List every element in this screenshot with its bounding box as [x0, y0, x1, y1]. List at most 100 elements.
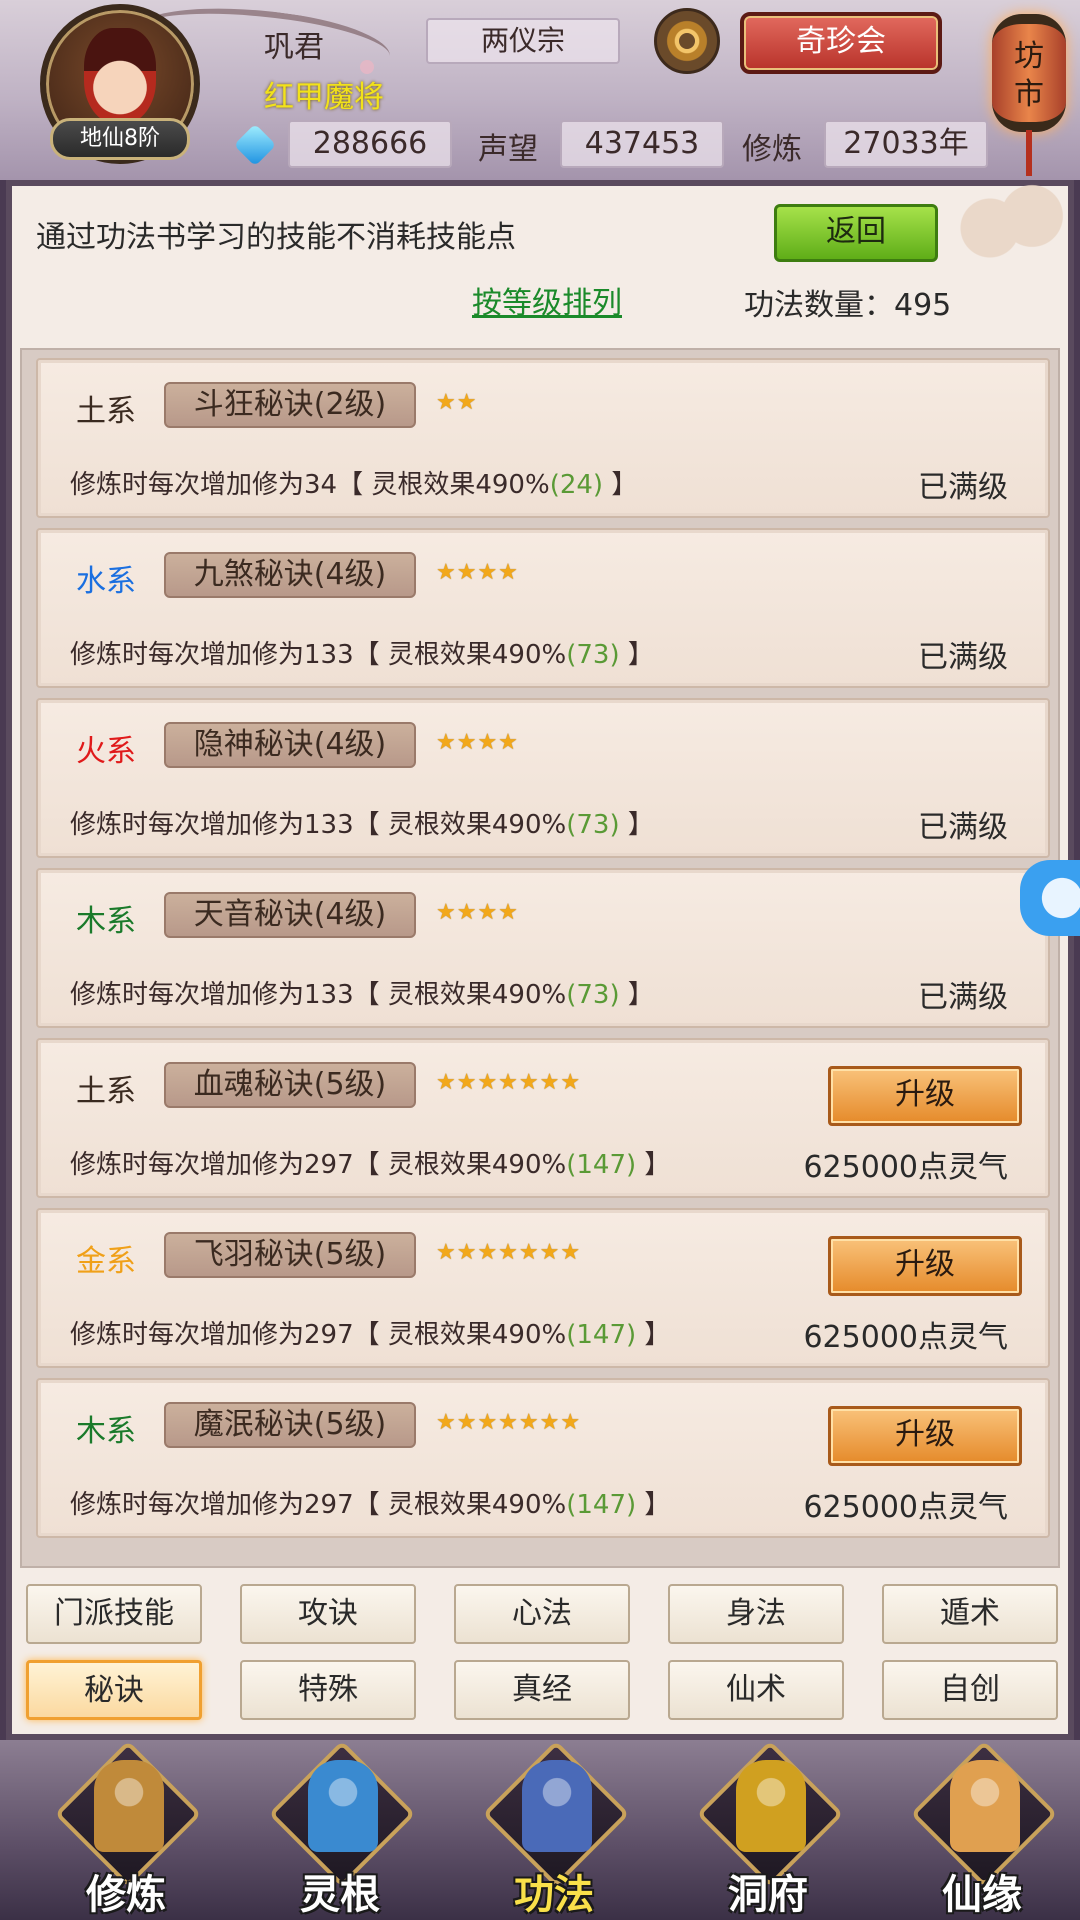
desc-bonus-value: (73)	[566, 980, 620, 1010]
star-rating-icon: ★★★★★★★	[436, 1240, 582, 1265]
star-rating-icon: ★★★★	[436, 900, 519, 925]
desc-bonus-value: (147)	[566, 1150, 637, 1180]
skills-panel: 通过功法书学习的技能不消耗技能点 返回 按等级排列 功法数量：495 土系 斗狂…	[6, 180, 1074, 1740]
star-rating-icon: ★★★★	[436, 560, 519, 585]
upgrade-cost: 625000点灵气	[803, 1150, 1008, 1185]
skill-name[interactable]: 九煞秘诀(4级)	[164, 552, 416, 598]
max-level-status: 已满级	[918, 470, 1008, 505]
skill-name[interactable]: 天音秘诀(4级)	[164, 892, 416, 938]
skill-description: 修炼时每次增加修为34【 灵根效果490%(24) 】	[70, 464, 637, 501]
tab-3[interactable]: 身法	[668, 1584, 844, 1644]
tab-4[interactable]: 遁术	[882, 1584, 1058, 1644]
market-label: 坊市	[1014, 39, 1044, 112]
max-level-status: 已满级	[918, 810, 1008, 845]
skill-description: 修炼时每次增加修为133【 灵根效果490%(73) 】	[70, 804, 654, 841]
desc-text: 修炼时每次增加修为133【 灵根效果490%	[70, 640, 567, 670]
skill-card[interactable]: 木系 魔泯秘诀(5级) ★★★★★★★ 修炼时每次增加修为297【 灵根效果49…	[36, 1378, 1050, 1538]
element-label: 土系	[76, 1074, 136, 1109]
skill-card[interactable]: 水系 九煞秘诀(4级) ★★★★ 修炼时每次增加修为133【 灵根效果490%(…	[36, 528, 1050, 688]
desc-text: 修炼时每次增加修为133【 灵根效果490%	[70, 810, 567, 840]
star-rating-icon: ★★★★	[436, 730, 519, 755]
desc-suffix: 】	[619, 980, 654, 1010]
desc-text: 修炼时每次增加修为297【 灵根效果490%	[70, 1490, 567, 1520]
skill-card[interactable]: 土系 斗狂秘诀(2级) ★★ 修炼时每次增加修为34【 灵根效果490%(24)…	[36, 358, 1050, 518]
max-level-status: 已满级	[918, 980, 1008, 1015]
desc-text: 修炼时每次增加修为133【 灵根效果490%	[70, 980, 567, 1010]
rank-badge: 地仙8阶	[50, 118, 190, 160]
skill-card[interactable]: 木系 天音秘诀(4级) ★★★★ 修炼时每次增加修为133【 灵根效果490%(…	[36, 868, 1050, 1028]
skill-name[interactable]: 血魂秘诀(5级)	[164, 1062, 416, 1108]
market-lantern-button[interactable]: 坊市	[992, 14, 1066, 132]
skill-card[interactable]: 火系 隐神秘诀(4级) ★★★★ 修炼时每次增加修为133【 灵根效果490%(…	[36, 698, 1050, 858]
star-rating-icon: ★★★★★★★	[436, 1070, 582, 1095]
top-bar: 地仙8阶 巩君 红甲魔将 两仪宗 奇珍会 坊市 288666 声望 437453…	[0, 0, 1080, 180]
skill-name[interactable]: 魔泯秘诀(5级)	[164, 1402, 416, 1448]
nav-item-4[interactable]: 仙缘	[892, 1740, 1072, 1920]
back-button[interactable]: 返回	[774, 204, 938, 262]
star-rating-icon: ★★	[436, 390, 478, 415]
nav-label: 仙缘	[942, 1872, 1022, 1918]
nav-item-0[interactable]: 修炼	[36, 1740, 216, 1920]
tab-1[interactable]: 攻诀	[240, 1584, 416, 1644]
skill-list[interactable]: 土系 斗狂秘诀(2级) ★★ 修炼时每次增加修为34【 灵根效果490%(24)…	[20, 348, 1060, 1568]
element-label: 水系	[76, 564, 136, 599]
player-title: 红甲魔将	[264, 80, 384, 115]
reputation-label: 声望	[478, 132, 538, 167]
character-portrait	[84, 28, 156, 124]
skill-count: 功法数量：495	[744, 288, 952, 323]
desc-suffix: 】	[619, 810, 654, 840]
desc-text: 修炼时每次增加修为297【 灵根效果490%	[70, 1320, 567, 1350]
skill-hint-text: 通过功法书学习的技能不消耗技能点	[36, 220, 516, 255]
upgrade-button[interactable]: 升级	[828, 1066, 1022, 1126]
tab-7[interactable]: 真经	[454, 1660, 630, 1720]
tab-0[interactable]: 门派技能	[26, 1584, 202, 1644]
cloud-decoration	[954, 180, 1074, 260]
upgrade-button[interactable]: 升级	[828, 1236, 1022, 1296]
nav-item-3[interactable]: 洞府	[678, 1740, 858, 1920]
skill-card[interactable]: 金系 飞羽秘诀(5级) ★★★★★★★ 修炼时每次增加修为297【 灵根效果49…	[36, 1208, 1050, 1368]
desc-suffix: 】	[636, 1320, 671, 1350]
tab-5[interactable]: 秘诀	[26, 1660, 202, 1720]
skill-description: 修炼时每次增加修为133【 灵根效果490%(73) 】	[70, 974, 654, 1011]
lantern-tassel	[1026, 130, 1032, 176]
nav-label: 功法	[514, 1872, 594, 1918]
upgrade-button[interactable]: 升级	[828, 1406, 1022, 1466]
skill-description: 修炼时每次增加修为297【 灵根效果490%(147) 】	[70, 1484, 670, 1521]
skill-name[interactable]: 斗狂秘诀(2级)	[164, 382, 416, 428]
nav-label: 洞府	[728, 1872, 808, 1918]
star-rating-icon: ★★★★★★★	[436, 1410, 582, 1435]
sort-by-level-link[interactable]: 按等级排列	[472, 278, 622, 322]
nav-label: 修炼	[86, 1872, 166, 1918]
yinyang-sword-icon	[308, 1760, 378, 1852]
gourd-icon	[950, 1760, 1020, 1852]
player-name: 巩君	[264, 30, 324, 65]
skill-card[interactable]: 土系 血魂秘诀(5级) ★★★★★★★ 修炼时每次增加修为297【 灵根效果49…	[36, 1038, 1050, 1198]
desc-text: 修炼时每次增加修为297【 灵根效果490%	[70, 1150, 567, 1180]
floating-assistant-icon[interactable]	[1020, 860, 1080, 936]
desc-bonus-value: (73)	[566, 640, 620, 670]
nav-item-1[interactable]: 灵根	[250, 1740, 430, 1920]
element-label: 金系	[76, 1244, 136, 1279]
nav-item-2[interactable]: 功法	[464, 1740, 644, 1920]
sect-name: 两仪宗	[426, 18, 620, 64]
spirit-stone-count: 288666	[288, 120, 452, 168]
nav-label: 灵根	[300, 1872, 380, 1918]
skill-description: 修炼时每次增加修为133【 灵根效果490%(73) 】	[70, 634, 654, 671]
tab-2[interactable]: 心法	[454, 1584, 630, 1644]
treasure-fair-button[interactable]: 奇珍会	[740, 12, 942, 74]
gear-icon[interactable]	[654, 8, 720, 74]
tab-9[interactable]: 自创	[882, 1660, 1058, 1720]
spirit-stone-icon	[233, 123, 277, 167]
monk-icon	[94, 1760, 164, 1852]
bottom-navigation: 修炼 灵根 功法 洞府 仙缘	[0, 1740, 1080, 1920]
cultivation-label: 修炼	[742, 132, 802, 167]
skill-name[interactable]: 飞羽秘诀(5级)	[164, 1232, 416, 1278]
element-label: 火系	[76, 734, 136, 769]
desc-text: 修炼时每次增加修为34【 灵根效果490%	[70, 470, 550, 500]
skill-name[interactable]: 隐神秘诀(4级)	[164, 722, 416, 768]
tab-6[interactable]: 特殊	[240, 1660, 416, 1720]
element-label: 木系	[76, 1414, 136, 1449]
desc-bonus-value: (73)	[566, 810, 620, 840]
element-label: 土系	[76, 394, 136, 429]
tab-8[interactable]: 仙术	[668, 1660, 844, 1720]
